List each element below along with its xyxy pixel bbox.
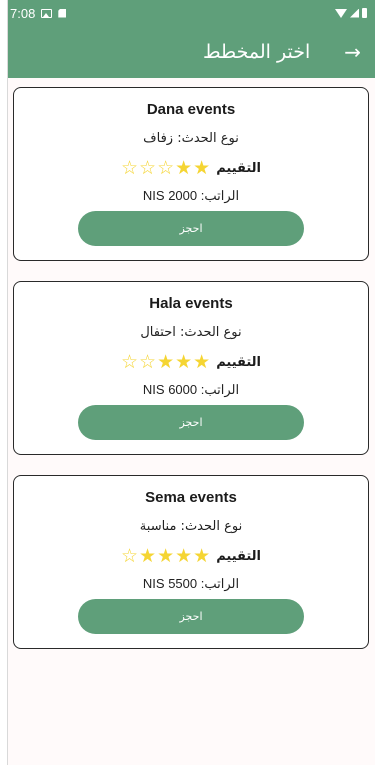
planner-name: Dana events	[146, 101, 236, 118]
planner-list: Dana events نوع الحدث: زفاف التقييم ★ ★ ☆ ☆ ☆ ال…	[8, 78, 375, 649]
status-right	[335, 8, 367, 18]
rating-stars: ★ ★ ★ ☆ ☆	[121, 352, 210, 372]
book-button[interactable]: احجز	[78, 211, 304, 246]
rating-label: التقييم	[216, 160, 262, 176]
planner-card: Sema events نوع الحدث: مناسبة التقييم ★ ★ ★ ★ ☆…	[13, 475, 369, 649]
event-type: نوع الحدث: مناسبة	[139, 519, 243, 534]
book-button[interactable]: احجز	[78, 599, 304, 634]
price: الراتب: NIS 2000	[142, 188, 240, 203]
app-bar: اختر المخطط →	[8, 26, 375, 78]
rating-label: التقييم	[216, 354, 262, 370]
rating-label: التقييم	[216, 548, 262, 564]
star-filled-icon: ★	[175, 351, 193, 373]
star-empty-icon: ☆	[157, 157, 175, 179]
app-screen: 7:08 اختر المخطط → Dana events نوع الحدث:…	[8, 0, 375, 765]
event-type: نوع الحدث: احتفال	[140, 325, 242, 340]
star-filled-icon: ★	[157, 545, 175, 567]
star-filled-icon: ★	[139, 545, 157, 567]
image-icon	[41, 8, 53, 18]
star-filled-icon: ★	[193, 545, 211, 567]
rating-row: التقييم ★ ★ ★ ★ ☆	[121, 545, 261, 567]
event-type: نوع الحدث: زفاف	[143, 131, 239, 146]
star-empty-icon: ☆	[139, 351, 157, 373]
rating-row: التقييم ★ ★ ★ ☆ ☆	[121, 351, 261, 373]
rating-stars: ★ ★ ★ ★ ☆	[121, 546, 210, 566]
battery-icon	[362, 8, 367, 18]
status-left: 7:08	[10, 5, 67, 21]
sd-card-icon	[58, 8, 67, 18]
star-empty-icon: ☆	[139, 157, 157, 179]
star-empty-icon: ☆	[120, 351, 139, 373]
planner-name: Sema events	[145, 489, 237, 506]
status-time: 7:08	[10, 5, 36, 21]
price: الراتب: NIS 6000	[142, 382, 240, 397]
star-filled-icon: ★	[193, 157, 211, 179]
status-bar: 7:08	[8, 0, 375, 26]
star-filled-icon: ★	[193, 351, 211, 373]
planner-card: Hala events نوع الحدث: احتفال التقييم ★ ★ ★ ☆ ☆…	[13, 281, 369, 455]
arrow-right-icon[interactable]: →	[344, 42, 361, 62]
star-filled-icon: ★	[157, 351, 175, 373]
planner-name: Hala events	[149, 295, 233, 312]
star-empty-icon: ☆	[120, 157, 139, 179]
star-empty-icon: ☆	[120, 545, 139, 567]
rating-stars: ★ ★ ☆ ☆ ☆	[121, 158, 210, 178]
rating-row: التقييم ★ ★ ☆ ☆ ☆	[121, 157, 261, 179]
signal-icon	[350, 8, 359, 18]
page-title: اختر المخطط	[203, 41, 311, 63]
price: الراتب: NIS 5500	[142, 576, 240, 591]
planner-card: Dana events نوع الحدث: زفاف التقييم ★ ★ ☆ ☆ ☆ ال…	[13, 87, 369, 261]
book-button[interactable]: احجز	[78, 405, 304, 440]
star-filled-icon: ★	[175, 157, 193, 179]
star-filled-icon: ★	[175, 545, 193, 567]
wifi-icon	[335, 8, 347, 18]
